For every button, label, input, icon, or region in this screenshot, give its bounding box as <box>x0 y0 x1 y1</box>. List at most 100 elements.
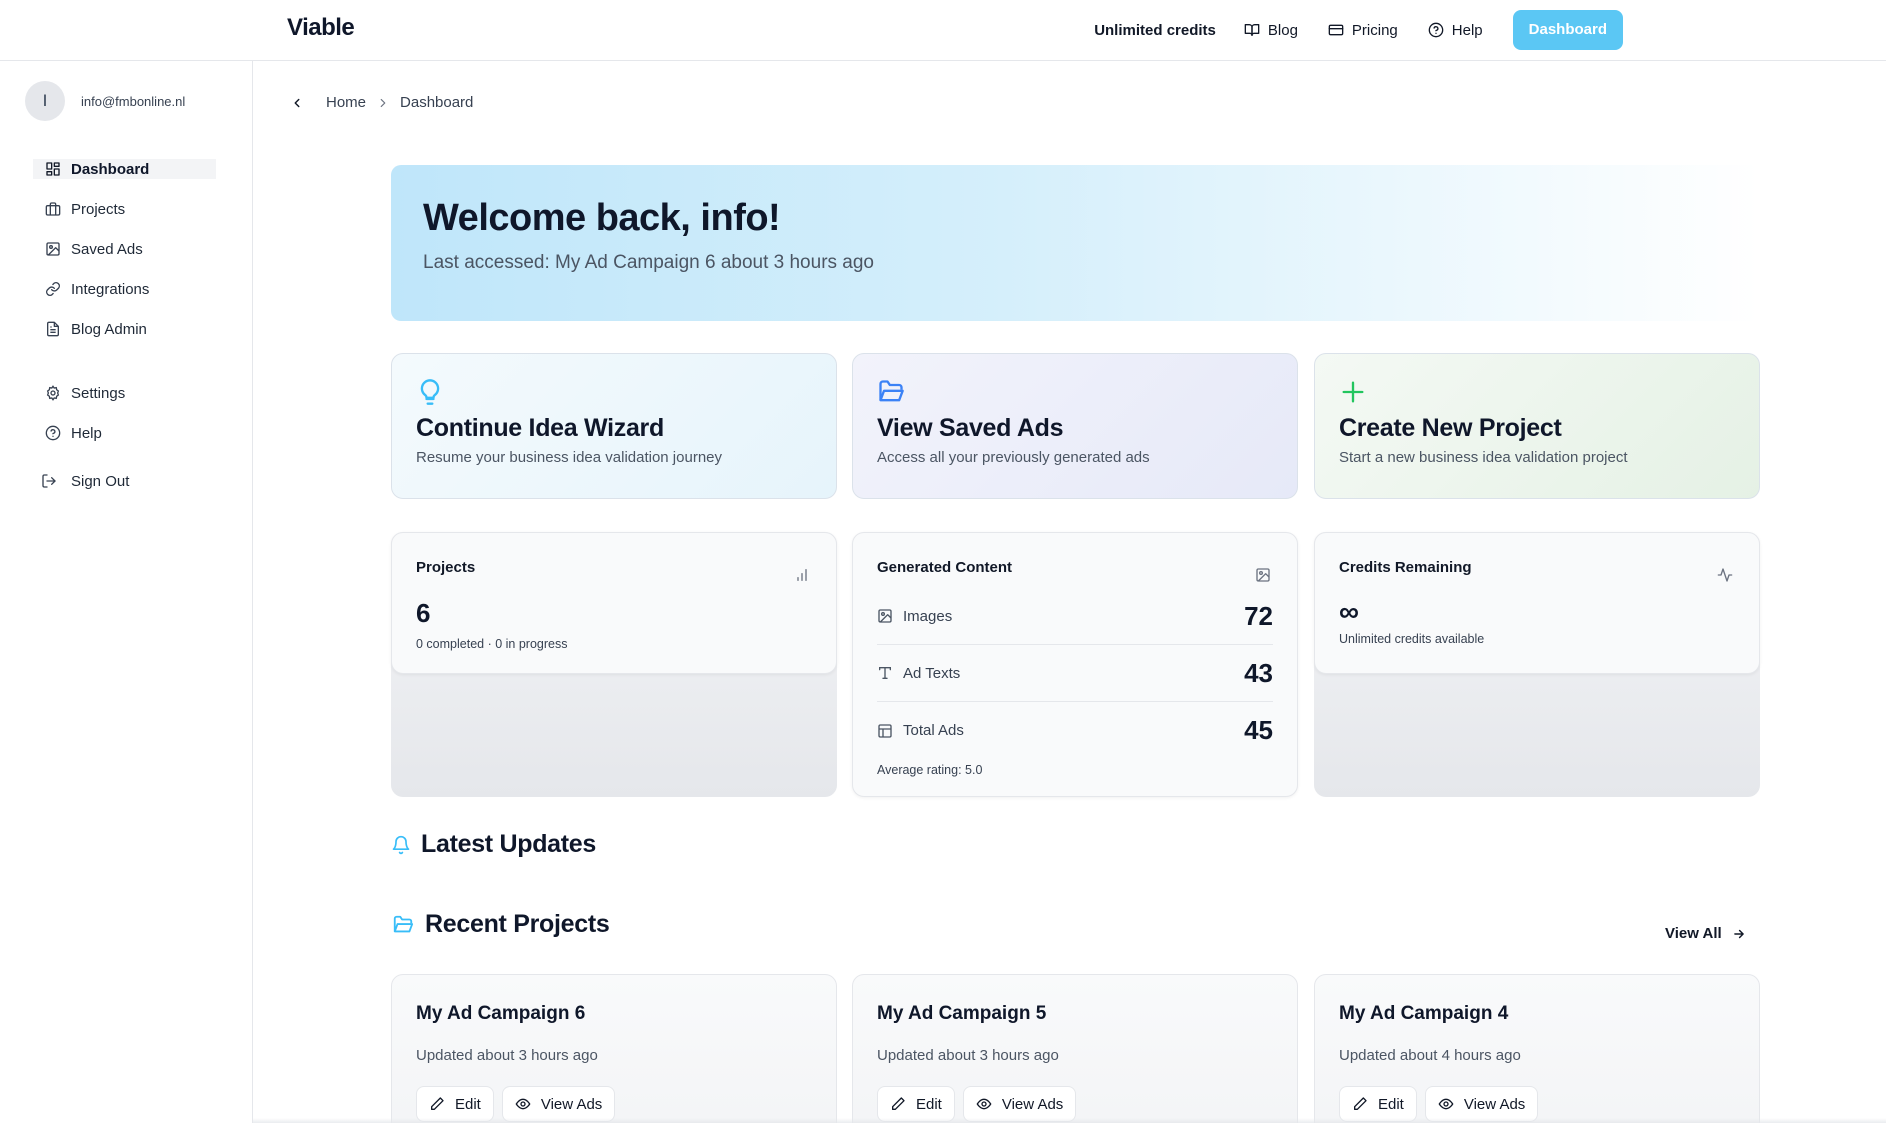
card-title: Create New Project <box>1339 414 1562 442</box>
bar-chart-icon <box>794 567 810 583</box>
nav-help-link[interactable]: Help <box>1428 22 1483 39</box>
sidebar-item-label: Dashboard <box>71 160 150 178</box>
recent-projects-heading: Recent Projects <box>391 910 610 939</box>
stat-value: 6 <box>416 598 431 628</box>
sidebar-item-label: Settings <box>71 384 126 402</box>
row-value: 45 <box>1244 715 1273 745</box>
type-icon <box>877 665 893 681</box>
log-out-icon <box>41 473 57 489</box>
row-label: Ad Texts <box>903 664 961 682</box>
list-item: Ad Texts 43 <box>877 645 1273 702</box>
eye-icon <box>976 1096 992 1112</box>
edit-button[interactable]: Edit <box>416 1086 494 1122</box>
row-label: Images <box>903 607 953 625</box>
breadcrumb-current: Dashboard <box>400 94 474 111</box>
grid-icon <box>45 161 61 177</box>
top-nav: Unlimited credits Blog Pricing Help Dash… <box>1094 10 1623 50</box>
lightbulb-icon <box>416 378 812 406</box>
welcome-banner: Welcome back, info! Last accessed: My Ad… <box>391 165 1760 321</box>
sign-out-button[interactable]: Sign Out <box>33 461 216 501</box>
edit-label: Edit <box>455 1095 481 1113</box>
pencil-icon <box>1352 1096 1368 1112</box>
edit-button[interactable]: Edit <box>877 1086 955 1122</box>
image-icon <box>877 608 893 624</box>
arrow-right-icon <box>1732 927 1746 941</box>
sidebar-item-projects[interactable]: Projects <box>33 189 216 229</box>
sidebar-item-help[interactable]: Help <box>33 413 216 453</box>
stat-subtext: 0 completed · 0 in progress <box>416 637 568 651</box>
document-icon <box>45 321 61 337</box>
project-name: My Ad Campaign 6 <box>416 1003 586 1024</box>
project-updated: Updated about 3 hours ago <box>416 1047 598 1064</box>
app-logo[interactable]: Viable <box>287 14 355 42</box>
chevron-left-icon[interactable] <box>290 96 304 110</box>
credits-stat-card: Credits Remaining ∞ Unlimited credits av… <box>1314 532 1760 797</box>
dashboard-button[interactable]: Dashboard <box>1512 10 1623 50</box>
view-ads-button[interactable]: View Ads <box>1424 1086 1539 1122</box>
section-title: Recent Projects <box>425 910 610 938</box>
eye-icon <box>1438 1096 1454 1112</box>
project-name: My Ad Campaign 5 <box>877 1003 1047 1024</box>
nav-help-label: Help <box>1451 21 1483 39</box>
bell-icon <box>391 835 411 855</box>
sidebar-item-settings[interactable]: Settings <box>33 373 216 413</box>
card-title: Continue Idea Wizard <box>416 414 664 442</box>
stat-title: Generated Content <box>877 559 1013 576</box>
sidebar-item-saved-ads[interactable]: Saved Ads <box>33 229 216 269</box>
project-updated: Updated about 4 hours ago <box>1339 1047 1521 1064</box>
card-description: Resume your business idea validation jou… <box>416 449 723 466</box>
stat-title: Projects <box>416 559 476 576</box>
avatar: I <box>25 81 65 121</box>
list-item: Total Ads 45 <box>877 702 1273 759</box>
project-updated: Updated about 3 hours ago <box>877 1047 1059 1064</box>
view-ads-button[interactable]: View Ads <box>501 1086 616 1122</box>
view-saved-ads-card[interactable]: View Saved Ads Access all your previousl… <box>852 353 1298 499</box>
view-ads-label: View Ads <box>1001 1095 1064 1113</box>
welcome-subtitle: Last accessed: My Ad Campaign 6 about 3 … <box>423 252 874 273</box>
generated-content-card: Generated Content Images 72 Ad Texts 43 <box>852 532 1298 797</box>
top-header: Viable Unlimited credits Blog Pricing He… <box>0 0 1886 61</box>
edit-button[interactable]: Edit <box>1339 1086 1417 1122</box>
gear-icon <box>45 385 61 401</box>
sidebar-item-integrations[interactable]: Integrations <box>33 269 216 309</box>
view-ads-button[interactable]: View Ads <box>962 1086 1077 1122</box>
pencil-icon <box>429 1096 445 1112</box>
sidebar-item-label: Help <box>71 424 102 442</box>
credits-indicator: Unlimited credits <box>1094 21 1216 39</box>
projects-stat-panel: Projects 6 0 completed · 0 in progress <box>391 532 837 674</box>
sidebar-item-label: Integrations <box>71 280 150 298</box>
average-rating: Average rating: 5.0 <box>877 763 983 777</box>
view-all-link[interactable]: View All <box>1665 925 1746 942</box>
image-icon <box>45 241 61 257</box>
view-ads-label: View Ads <box>540 1095 603 1113</box>
plus-icon <box>1339 378 1735 406</box>
sidebar-item-dashboard[interactable]: Dashboard <box>33 159 216 179</box>
sidebar-item-label: Saved Ads <box>71 240 143 258</box>
view-ads-label: View Ads <box>1463 1095 1526 1113</box>
projects-stat-card: Projects 6 0 completed · 0 in progress <box>391 532 837 797</box>
create-project-card[interactable]: Create New Project Start a new business … <box>1314 353 1760 499</box>
link-icon <box>45 281 61 297</box>
card-description: Start a new business idea validation pro… <box>1339 449 1628 466</box>
welcome-title: Welcome back, info! <box>423 197 781 239</box>
edit-label: Edit <box>1378 1095 1404 1113</box>
nav-blog-label: Blog <box>1267 21 1298 39</box>
help-circle-icon <box>1428 22 1444 38</box>
nav-blog-link[interactable]: Blog <box>1244 22 1298 39</box>
briefcase-icon <box>45 201 61 217</box>
user-email: info@fmbonline.nl <box>81 93 186 109</box>
card-title: View Saved Ads <box>877 414 1064 442</box>
folder-open-icon <box>391 914 415 936</box>
user-profile[interactable]: I info@fmbonline.nl <box>25 81 185 121</box>
sidebar-item-blog-admin[interactable]: Blog Admin <box>33 309 216 349</box>
chevron-right-icon <box>376 96 390 110</box>
help-circle-icon <box>45 425 61 441</box>
breadcrumb-home[interactable]: Home <box>326 94 366 111</box>
nav-pricing-link[interactable]: Pricing <box>1328 22 1398 39</box>
continue-wizard-card[interactable]: Continue Idea Wizard Resume your busines… <box>391 353 837 499</box>
folder-open-icon <box>877 378 1273 406</box>
latest-updates-heading: Latest Updates <box>391 830 596 859</box>
book-icon <box>1244 22 1260 38</box>
list-item: Images 72 <box>877 588 1273 645</box>
row-value: 43 <box>1244 657 1273 688</box>
